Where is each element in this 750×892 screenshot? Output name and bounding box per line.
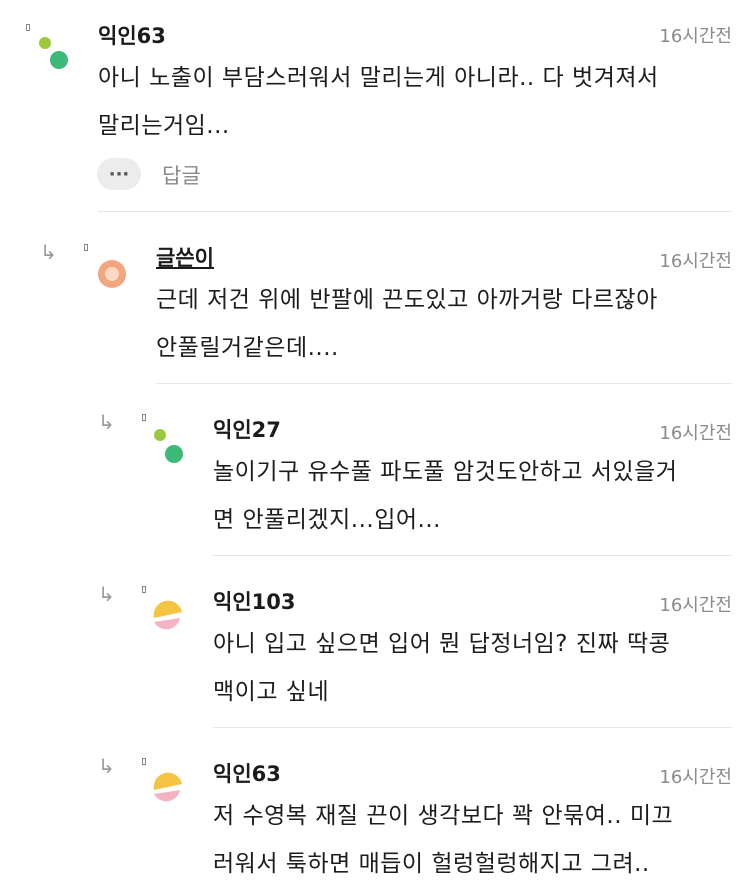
collapse-marker-icon[interactable] [142,586,146,593]
comment-text-line: 맥이고 싶네 [213,679,330,705]
avatar-dots-icon [154,429,183,463]
comment-3: ↳ 익인27 16시간전 놀이기구 유수풀 파도풀 암것도안하고 서있을거 면 … [0,384,750,556]
comment-time: 16시간전 [659,26,732,47]
comment-author[interactable]: 익인27 [213,414,281,444]
reply-arrow-icon: ↳ [98,754,115,778]
comment-time: 16시간전 [659,251,732,272]
comment-text-line: 면 안풀리겠지...입어... [213,507,441,533]
avatar-dots-icon [39,37,68,69]
comment-text-line: 안풀릴거같은데.... [156,335,339,361]
comment-4: ↳ 익인103 16시간전 아니 입고 싶으면 입어 뭔 답정너임? 진짜 딱콩… [0,556,750,728]
comment-author[interactable]: 글쓴이 [156,242,214,272]
comment-time: 16시간전 [659,767,732,788]
comment-author[interactable]: 익인63 [98,20,166,50]
comment-time: 16시간전 [659,595,732,616]
comment-text-line: 말리는거임... [98,113,230,139]
comment-author[interactable]: 익인63 [213,758,281,788]
collapse-marker-icon[interactable] [26,24,30,31]
collapse-marker-icon[interactable] [142,414,146,421]
avatar-halves-icon [153,600,182,630]
reply-arrow-icon: ↳ [40,240,57,264]
comment-author[interactable]: 익인103 [213,586,295,616]
reply-arrow-icon: ↳ [98,582,115,606]
comment-2: ↳ 글쓴이 16시간전 근데 저건 위에 반팔에 끈도있고 아까거랑 다르잖아 … [0,212,750,384]
avatar-ring-icon [98,260,126,288]
comment-1: 익인63 16시간전 아니 노출이 부담스러워서 말리는게 아니라.. 다 벗겨… [0,0,750,212]
more-options-button[interactable]: ··· [97,158,141,190]
reply-arrow-icon: ↳ [98,410,115,434]
reply-button[interactable]: 답글 [162,160,201,190]
avatar-halves-icon [153,772,182,802]
collapse-marker-icon[interactable] [84,244,88,251]
comment-time: 16시간전 [659,423,732,444]
collapse-marker-icon[interactable] [142,758,146,765]
comment-5: ↳ 익인63 16시간전 저 수영복 재질 끈이 생각보다 꽉 안묶여.. 미끄… [0,728,750,888]
comment-text-line: 러워서 툭하면 매듭이 헐렁헐렁해지고 그려.. [213,851,650,877]
